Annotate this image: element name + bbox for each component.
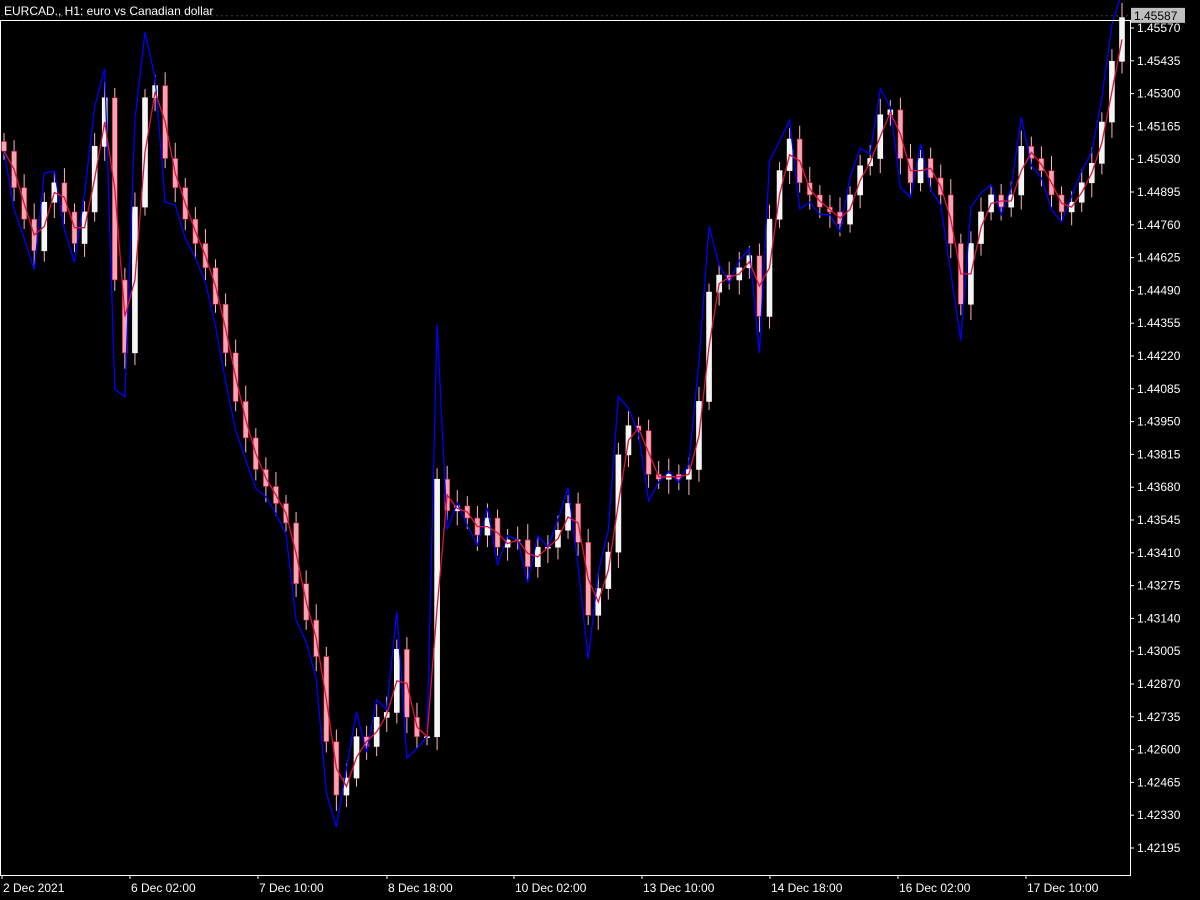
y-tick-label: 1.44490 bbox=[1137, 283, 1181, 297]
y-tick-label: 1.42465 bbox=[1137, 775, 1181, 789]
y-tick-label: 1.44220 bbox=[1137, 349, 1181, 363]
candle-body bbox=[1, 141, 7, 152]
chart-background bbox=[0, 0, 1200, 900]
y-tick-label: 1.43545 bbox=[1137, 513, 1181, 527]
y-tick-label: 1.43275 bbox=[1137, 579, 1181, 593]
y-tick-label: 1.44895 bbox=[1137, 185, 1181, 199]
current-price-label: 1.45587 bbox=[1134, 9, 1178, 23]
y-tick-label: 1.43410 bbox=[1137, 546, 1181, 560]
y-tick-label: 1.42330 bbox=[1137, 808, 1181, 822]
x-tick-label: 8 Dec 18:00 bbox=[388, 881, 453, 895]
x-tick-label: 2 Dec 2021 bbox=[3, 881, 65, 895]
y-tick-label: 1.43680 bbox=[1137, 480, 1181, 494]
chart-area[interactable]: EURCAD., H1: euro vs Canadian dollar 1.4… bbox=[0, 0, 1200, 900]
y-tick-label: 1.42600 bbox=[1137, 743, 1181, 757]
y-tick-label: 1.43815 bbox=[1137, 447, 1181, 461]
x-tick-label: 7 Dec 10:00 bbox=[259, 881, 324, 895]
y-tick-label: 1.45570 bbox=[1137, 21, 1181, 35]
chart-title: EURCAD., H1: euro vs Canadian dollar bbox=[4, 4, 213, 18]
y-tick-label: 1.44760 bbox=[1137, 218, 1181, 232]
x-tick-label: 6 Dec 02:00 bbox=[131, 881, 196, 895]
y-tick-label: 1.44085 bbox=[1137, 382, 1181, 396]
y-tick-label: 1.43950 bbox=[1137, 415, 1181, 429]
y-tick-label: 1.42870 bbox=[1137, 677, 1181, 691]
x-tick-label: 14 Dec 18:00 bbox=[771, 881, 843, 895]
y-tick-label: 1.43140 bbox=[1137, 611, 1181, 625]
x-tick-label: 17 Dec 10:00 bbox=[1027, 881, 1099, 895]
y-tick-label: 1.45165 bbox=[1137, 119, 1181, 133]
y-tick-label: 1.44355 bbox=[1137, 316, 1181, 330]
x-tick-label: 13 Dec 10:00 bbox=[643, 881, 715, 895]
x-tick-label: 16 Dec 02:00 bbox=[899, 881, 971, 895]
y-tick-label: 1.42195 bbox=[1137, 841, 1181, 855]
y-tick-label: 1.45435 bbox=[1137, 54, 1181, 68]
y-tick-label: 1.43005 bbox=[1137, 644, 1181, 658]
y-tick-label: 1.45300 bbox=[1137, 87, 1181, 101]
y-tick-label: 1.44625 bbox=[1137, 251, 1181, 265]
y-tick-label: 1.42735 bbox=[1137, 710, 1181, 724]
y-tick-label: 1.45030 bbox=[1137, 152, 1181, 166]
x-tick-label: 10 Dec 02:00 bbox=[515, 881, 587, 895]
current-price-marker: 1.45587 bbox=[1131, 7, 1185, 23]
